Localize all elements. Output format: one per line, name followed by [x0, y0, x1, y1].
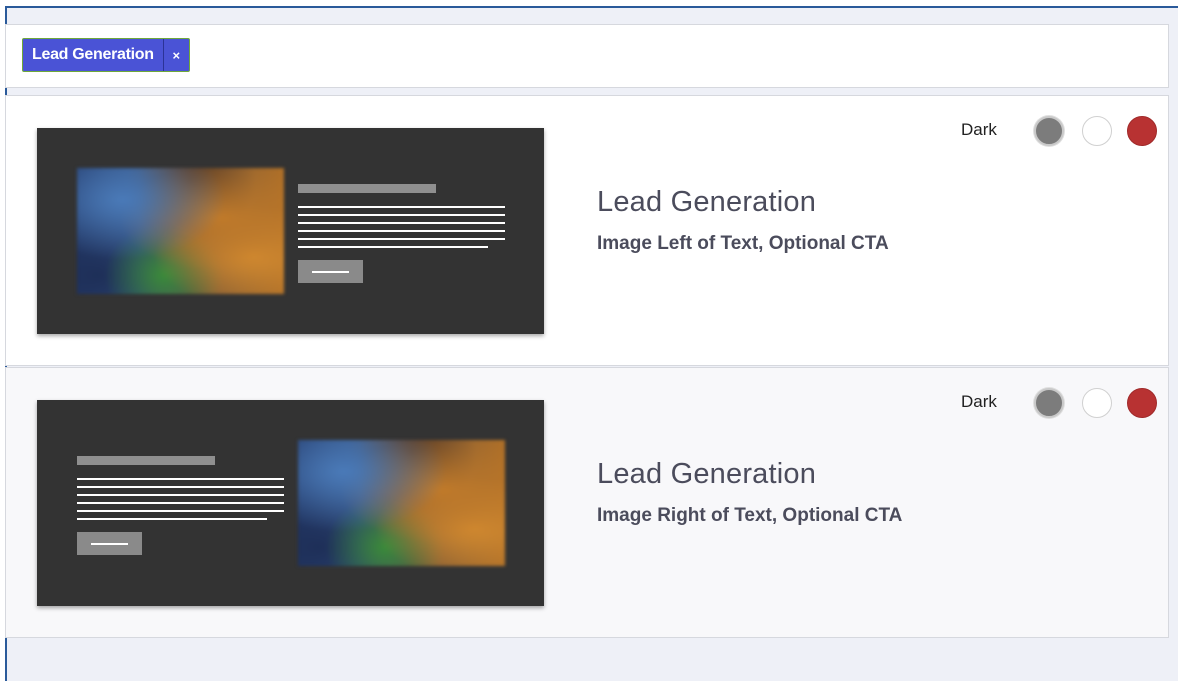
color-swatch-red[interactable]	[1127, 388, 1157, 418]
color-swatch-white[interactable]	[1082, 388, 1112, 418]
filter-tag: Lead Generation ×	[22, 38, 190, 72]
thumbnail-text-line	[77, 494, 284, 496]
color-swatch-white[interactable]	[1082, 116, 1112, 146]
template-card[interactable]: Lead Generation Image Left of Text, Opti…	[5, 95, 1169, 366]
filter-tag-label: Lead Generation	[32, 46, 154, 63]
thumbnail-cta-button	[298, 260, 363, 283]
thumbnail-text-line	[77, 502, 284, 504]
template-card[interactable]: Lead Generation Image Right of Text, Opt…	[5, 367, 1169, 638]
thumbnail-text-line	[298, 238, 505, 240]
thumbnail-image	[77, 168, 284, 294]
thumbnail-text-line	[77, 478, 284, 480]
color-swatch-gray[interactable]	[1034, 116, 1064, 146]
template-thumbnail[interactable]	[37, 400, 544, 606]
thumbnail-text-line	[298, 214, 505, 216]
remove-tag-icon[interactable]: ×	[162, 39, 189, 71]
thumbnail-heading-bar	[298, 184, 436, 193]
thumbnail-heading-bar	[77, 456, 215, 465]
thumbnail-text-line	[77, 510, 284, 512]
thumbnail-text-line	[298, 206, 505, 208]
theme-label: Dark	[961, 392, 997, 411]
color-swatch-gray[interactable]	[1034, 388, 1064, 418]
color-swatch-red[interactable]	[1127, 116, 1157, 146]
theme-label: Dark	[961, 120, 997, 139]
thumbnail-text-line	[298, 222, 505, 224]
thumbnail-cta-button	[77, 532, 142, 555]
card-subtitle: Image Right of Text, Optional CTA	[597, 505, 903, 526]
thumbnail-image	[298, 440, 505, 566]
card-subtitle: Image Left of Text, Optional CTA	[597, 233, 889, 254]
card-title: Lead Generation	[597, 186, 817, 218]
template-thumbnail[interactable]	[37, 128, 544, 334]
card-title: Lead Generation	[597, 458, 817, 490]
filter-bar[interactable]: Lead Generation ×	[5, 24, 1169, 88]
thumbnail-text-line	[298, 230, 505, 232]
thumbnail-text-line	[77, 518, 267, 520]
thumbnail-text-line	[77, 486, 284, 488]
thumbnail-text-line	[298, 246, 488, 248]
